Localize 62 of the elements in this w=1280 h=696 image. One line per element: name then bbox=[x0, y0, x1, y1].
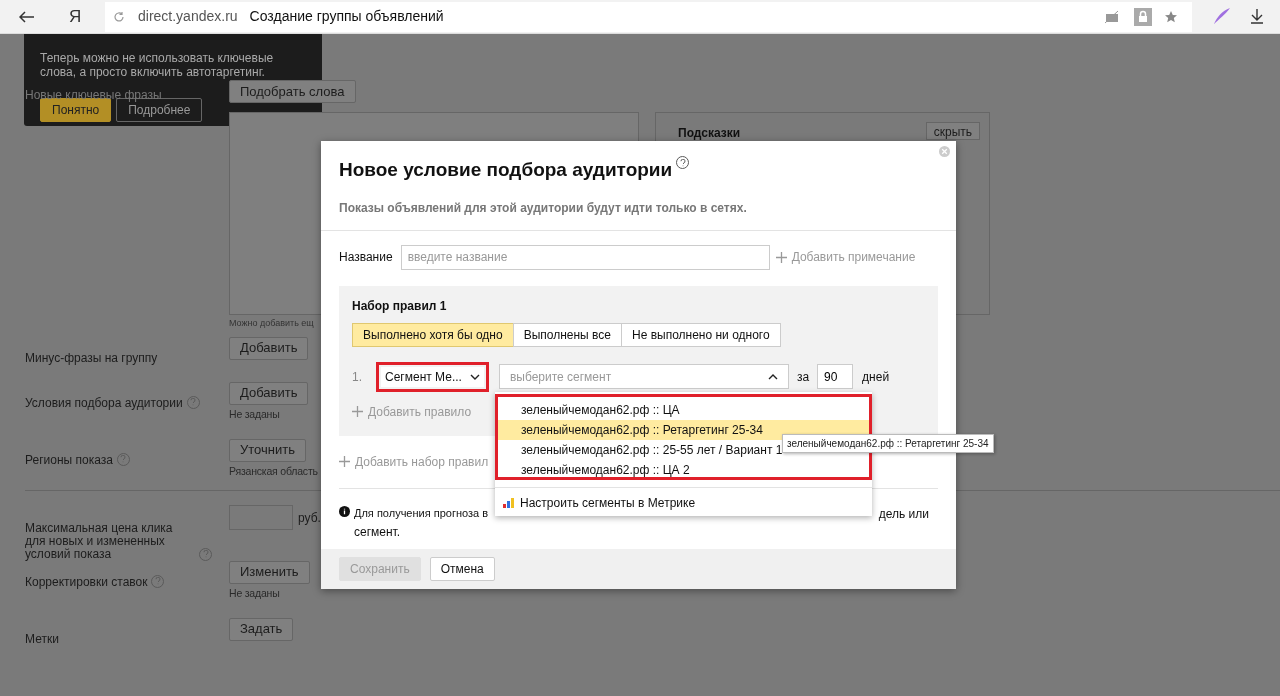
plus-icon bbox=[775, 251, 787, 263]
action-button[interactable]: Добавить bbox=[229, 336, 309, 360]
segment-option[interactable]: зеленыйчемодан62.рф :: ЦА 2 bbox=[498, 460, 869, 480]
chevron-up-icon bbox=[767, 373, 778, 380]
action-button[interactable]: Уточнить bbox=[229, 438, 306, 462]
info-icon bbox=[339, 505, 350, 517]
days-label: дней bbox=[862, 368, 890, 386]
field-label: Минус-фразы на группу bbox=[25, 350, 158, 365]
days-input[interactable]: 90 bbox=[817, 364, 854, 389]
download-icon[interactable] bbox=[1250, 8, 1264, 24]
field-note: Не заданы bbox=[229, 406, 280, 422]
plus-icon bbox=[339, 456, 350, 467]
mode-tab[interactable]: Выполнены все bbox=[512, 322, 622, 347]
dialog-title: Новое условие подбора аудитории bbox=[339, 158, 673, 182]
segment-option[interactable]: зеленыйчемодан62.рф :: Ретаргетинг 25-34 bbox=[498, 420, 869, 440]
note-text: сегмент. bbox=[354, 523, 402, 541]
hints-title: Подсказки bbox=[678, 125, 741, 142]
dialog-button[interactable]: Отмена bbox=[429, 557, 495, 581]
reload-icon[interactable] bbox=[113, 10, 125, 23]
close-icon[interactable] bbox=[939, 146, 950, 157]
field-label: Условия подбора аудитории bbox=[25, 395, 183, 410]
tip-text: Теперь можно не использовать ключевые слова, а просто включить автотаргетинг. bbox=[40, 51, 275, 79]
browser-logo[interactable]: Я bbox=[69, 3, 89, 30]
action-button[interactable]: Добавить bbox=[229, 381, 309, 405]
lock-icon[interactable] bbox=[1134, 7, 1152, 26]
dialog-subtitle: Показы объявлений для этой аудитории будут идти только в сетях. bbox=[338, 199, 748, 217]
name-label: Название bbox=[339, 249, 393, 266]
metrika-link[interactable]: Настроить сегменты в Метрике bbox=[503, 494, 696, 512]
mode-tab[interactable]: Не выполнено ни одного bbox=[620, 322, 781, 347]
ruleset-title: Набор правил 1 bbox=[352, 297, 448, 315]
name-input[interactable]: введите название bbox=[400, 244, 770, 270]
url-domain: direct.yandex.ru bbox=[138, 7, 238, 26]
action-button[interactable]: Изменить bbox=[229, 560, 310, 584]
field-note: Рязанская область bbox=[229, 463, 318, 479]
plus-icon bbox=[352, 406, 363, 417]
hide-button[interactable]: скрыть bbox=[925, 122, 980, 140]
feather-icon[interactable] bbox=[1213, 7, 1231, 25]
star-icon[interactable] bbox=[1164, 9, 1178, 24]
address-bar[interactable]: direct.yandex.ru Создание группы объявлений bbox=[105, 1, 1192, 32]
rule-number: 1. bbox=[352, 368, 363, 386]
tooltip: зеленыйчемодан62.рф :: Ретаргетинг 25-34 bbox=[782, 434, 994, 453]
currency-label: руб. bbox=[298, 509, 321, 527]
page-title: Создание группы объявлений bbox=[249, 7, 444, 26]
field-label: Корректировки ставок bbox=[25, 574, 148, 589]
field-note: Не заданы bbox=[229, 585, 280, 601]
note-text: дель или bbox=[878, 505, 929, 523]
back-icon[interactable] bbox=[19, 10, 35, 23]
rule-type-select[interactable]: Сегмент Ме... bbox=[381, 366, 484, 387]
camera-icon[interactable] bbox=[1104, 9, 1120, 24]
for-label: за bbox=[796, 368, 810, 386]
bar-chart-icon bbox=[503, 498, 515, 508]
chevron-down-icon bbox=[469, 373, 480, 380]
tip-button[interactable]: Понятно bbox=[40, 98, 112, 122]
field-label: Регионы показа bbox=[25, 452, 113, 467]
field-label: Метки bbox=[25, 631, 59, 646]
field-label: Максимальная цена клика для новых и измененных условий показа bbox=[25, 521, 174, 561]
segment-option[interactable]: зеленыйчемодан62.рф :: ЦА bbox=[498, 400, 869, 420]
note-text: Для получения прогноза в bbox=[354, 505, 489, 521]
field-hint: Можно добавить ещ bbox=[229, 317, 314, 330]
pick-words-button[interactable]: Подобрать слова bbox=[229, 80, 356, 103]
action-button[interactable]: Задать bbox=[229, 617, 294, 641]
mode-tab[interactable]: Выполнено хотя бы одно bbox=[352, 322, 514, 347]
